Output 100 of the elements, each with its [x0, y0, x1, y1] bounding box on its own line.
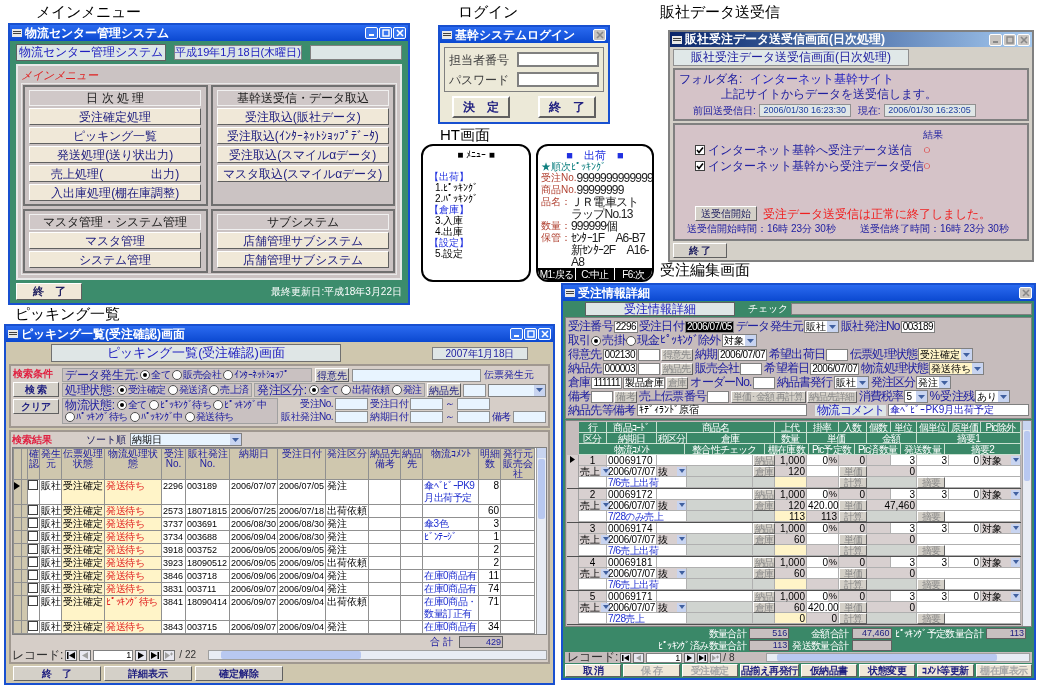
dropdown[interactable]: 納期日 — [130, 433, 242, 446]
action-button[interactable]: 取 消 — [565, 664, 622, 677]
input-field[interactable] — [456, 411, 490, 423]
dropdown[interactable]: 対象 — [981, 523, 1021, 534]
exit-button[interactable]: 終 了 — [673, 243, 727, 258]
input-field[interactable]: 製品倉庫 — [623, 376, 666, 389]
row-selector[interactable] — [13, 479, 22, 505]
dropdown[interactable]: 抜 — [657, 534, 687, 545]
checkbox[interactable] — [28, 531, 38, 541]
action-button[interactable]: 確定解除 — [195, 666, 283, 681]
input-field[interactable] — [410, 411, 444, 423]
input-field[interactable] — [517, 72, 599, 87]
dropdown[interactable]: 抜 — [657, 602, 687, 613]
maximize-button[interactable] — [379, 27, 392, 39]
radio-button[interactable] — [308, 385, 319, 395]
row-selector[interactable] — [567, 455, 579, 488]
menu-button[interactable]: 発送処理(送り状出力) — [29, 146, 202, 163]
menu-button[interactable]: 売上処理( 出力) — [29, 165, 202, 182]
menu-button[interactable]: マスタ管理 — [29, 232, 202, 249]
dropdown[interactable] — [488, 383, 546, 397]
input-field[interactable]: 2006/07/05 — [684, 320, 734, 333]
dropdown[interactable]: 発送待ち — [929, 362, 985, 375]
dropdown[interactable]: 対象 — [981, 489, 1021, 500]
menu-item[interactable]: 3.入庫 — [429, 215, 523, 226]
radio-button[interactable] — [340, 385, 351, 395]
input-field[interactable]: ｷﾃﾞｨﾗﾝﾄﾞ原宿 — [637, 404, 808, 416]
first-record-button[interactable] — [65, 649, 78, 661]
minimize-button[interactable] — [365, 27, 378, 39]
checkbox[interactable] — [28, 505, 38, 515]
menu-button[interactable]: 店舗管理サブシステム — [216, 232, 389, 249]
action-button[interactable]: 詳細表示 — [104, 666, 192, 681]
dropdown[interactable]: 対象 — [981, 557, 1021, 568]
radio-button[interactable] — [65, 412, 75, 422]
function-key[interactable]: C:中止 — [576, 268, 614, 280]
record-number-field[interactable]: 1 — [93, 649, 134, 661]
dialog-button[interactable]: 終 了 — [538, 96, 596, 118]
radio-button[interactable] — [140, 370, 151, 380]
previous-record-button[interactable] — [79, 649, 92, 661]
close-button[interactable] — [1017, 33, 1030, 46]
dropdown[interactable]: 販社 — [804, 320, 840, 333]
menu-item[interactable]: 2.ﾊﾟｯｷﾝｸﾞ — [429, 193, 523, 204]
input-field[interactable] — [456, 398, 490, 410]
radio-button[interactable] — [391, 385, 402, 395]
dropdown[interactable]: 売上 — [579, 568, 607, 579]
action-button[interactable]: 終 了 — [13, 666, 101, 681]
input-field[interactable]: 2006/07/07 — [810, 362, 860, 375]
menu-button[interactable]: ピッキング一覧 — [29, 127, 202, 144]
dropdown[interactable]: 対象 — [721, 334, 757, 347]
dropdown[interactable]: 発注 — [916, 376, 952, 389]
checkbox[interactable] — [28, 518, 38, 528]
dropdown[interactable]: 抜 — [657, 466, 687, 477]
previous-record-button[interactable] — [633, 652, 645, 663]
menu-item[interactable]: 4.出庫 — [429, 226, 523, 237]
dialog-button[interactable]: 決 定 — [452, 96, 510, 118]
menu-button[interactable]: システム管理 — [29, 251, 202, 268]
action-button[interactable]: 状態変更 — [859, 664, 916, 677]
input-field[interactable] — [462, 383, 486, 397]
input-field[interactable]: 002130 — [602, 348, 637, 361]
checkbox[interactable] — [28, 570, 38, 580]
input-field[interactable] — [826, 348, 849, 361]
input-field[interactable] — [707, 390, 729, 403]
first-record-button[interactable] — [620, 652, 632, 663]
input-field[interactable] — [512, 411, 546, 423]
function-key[interactable]: M1:戻る — [538, 268, 576, 280]
input-field[interactable]: 111111 — [591, 376, 623, 389]
lookup-button[interactable]: 得意先 — [315, 368, 349, 382]
dropdown[interactable]: 売上 — [579, 534, 607, 545]
input-field[interactable]: 傘ﾍﾞﾋﾞｰPK9月出荷予定 — [888, 404, 1029, 416]
radio-button[interactable] — [209, 385, 220, 395]
menu-button[interactable]: 受注取込(スマイルαデータ) — [216, 146, 389, 163]
new-record-button[interactable] — [163, 649, 176, 661]
new-record-button[interactable] — [710, 652, 722, 663]
radio-button[interactable] — [184, 412, 195, 422]
dropdown[interactable]: 5 — [904, 390, 929, 403]
checkbox[interactable] — [28, 544, 38, 554]
menu-button[interactable]: 店舗管理サブシステム — [216, 251, 389, 268]
last-record-button[interactable] — [149, 649, 162, 661]
maximize-button[interactable] — [524, 328, 537, 340]
checkbox[interactable] — [28, 621, 38, 631]
input-field[interactable] — [638, 362, 660, 375]
maximize-button[interactable] — [1003, 33, 1016, 46]
last-record-button[interactable] — [697, 652, 709, 663]
minimize-button[interactable] — [510, 328, 523, 340]
input-field[interactable] — [352, 368, 481, 382]
menu-button[interactable]: 受注取込(ｲﾝﾀｰﾈｯﾄｼｮｯﾌﾟﾃﾞｰﾀ) — [216, 127, 389, 144]
input-field[interactable]: 2006/07/07 — [718, 348, 768, 361]
scrollbar[interactable] — [536, 448, 546, 634]
exit-button[interactable]: 終 了 — [16, 283, 82, 300]
search-button[interactable]: クリア — [13, 399, 59, 414]
radio-button[interactable] — [148, 400, 159, 410]
radio-button[interactable] — [172, 370, 183, 380]
close-button[interactable] — [393, 27, 406, 39]
search-button[interactable]: 検 索 — [13, 382, 59, 397]
scrollbar[interactable] — [1022, 421, 1031, 626]
menu-item[interactable]: 5.設定 — [429, 248, 523, 259]
dropdown[interactable]: 受注確定 — [918, 348, 974, 361]
checkbox[interactable] — [28, 596, 38, 606]
input-field[interactable] — [335, 411, 369, 423]
menu-button[interactable]: 受注取込(販社データ) — [216, 108, 389, 125]
radio-button[interactable] — [116, 400, 127, 410]
